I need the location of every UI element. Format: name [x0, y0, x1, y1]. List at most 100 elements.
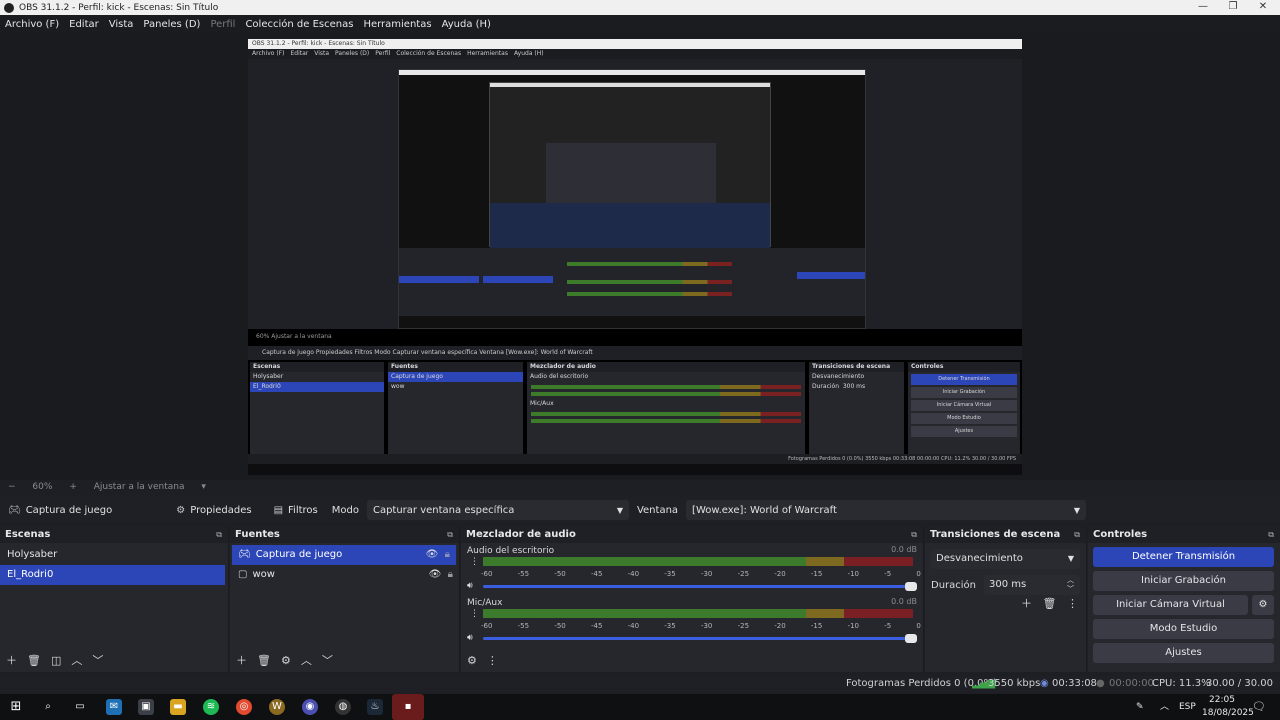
menu-paneles[interactable]: Paneles (D) [143, 19, 200, 30]
add-icon[interactable]: ＋ [6, 652, 17, 668]
mixer-header: Mezclador de audio ⧉ [461, 527, 923, 543]
language-indicator[interactable]: ESP [1179, 694, 1196, 720]
transitions-dock: Transiciones de escena ⧉ Desvanecimiento… [925, 527, 1087, 672]
mail-icon[interactable]: ✉ [106, 699, 122, 715]
spotify-icon[interactable]: ≋ [203, 699, 219, 715]
spin-arrows-icon[interactable]: ︿ ﹀ [1067, 576, 1074, 594]
lock-icon[interactable]: 🔒︎ [445, 549, 450, 560]
menu-coleccion-escenas[interactable]: Colección de Escenas [245, 19, 353, 30]
minimize-icon[interactable]: — [1188, 0, 1218, 15]
app-icon[interactable]: ◉ [302, 699, 318, 715]
preview-nested-docks: Escenas Holysaber El_Rodri0 Fuentes Capt… [248, 362, 1022, 454]
transition-select[interactable]: Desvanecimiento ▼ [931, 549, 1080, 569]
zoom-dropdown-icon[interactable]: ▾ [201, 482, 206, 492]
menu-ayuda[interactable]: Ayuda (H) [442, 19, 491, 30]
trash-icon[interactable]: 🗑︎ [27, 654, 41, 667]
steam-icon[interactable]: ♨ [367, 699, 383, 715]
chevron-down-icon: ▼ [616, 505, 623, 515]
store-icon[interactable]: ▣ [138, 699, 154, 715]
mode-label: Modo [331, 504, 359, 516]
scene-item-holysaber[interactable]: Holysaber [0, 545, 228, 565]
move-up-icon[interactable]: ︿ [71, 652, 82, 668]
active-app-icon[interactable]: ▪ [392, 694, 424, 720]
volume-slider[interactable] [483, 582, 917, 591]
eye-icon[interactable]: 👁︎ [429, 569, 442, 580]
advanced-audio-icon[interactable]: ⚙ [467, 654, 477, 667]
windows-start-icon[interactable]: ⊞ [8, 699, 24, 715]
undock-icon[interactable]: ⧉ [216, 527, 222, 543]
meter-ticks: -60 -55 -50 -45 -40 -35 -30 -25 -20 -15 -10 -5 0 [481, 570, 921, 578]
scene-item-el-rodri0[interactable]: El_Rodri0 [0, 565, 225, 585]
obs-icon[interactable]: ◍ [335, 699, 351, 715]
fit-to-window-button[interactable]: Ajustar a la ventana [94, 482, 185, 492]
stop-stream-button[interactable]: Detener Transmisión [1093, 547, 1274, 567]
chrome-icon[interactable]: ◎ [236, 699, 252, 715]
filters-button[interactable]: ▤ Filtros [266, 499, 326, 521]
preview-nested-taskbar [248, 464, 1022, 475]
status-bar: Fotogramas Perdidos 0 (0.0%) ▂▄▆ 3550 kb… [0, 676, 1280, 705]
move-down-icon[interactable]: ﹀ [92, 652, 103, 668]
search-icon[interactable]: ⌕ [40, 699, 56, 715]
settings-button[interactable]: Ajustes [1093, 643, 1274, 663]
filters-icon[interactable]: ◫ [51, 654, 61, 667]
start-virtual-camera-button[interactable]: Iniciar Cámara Virtual [1093, 595, 1248, 615]
folder-icon[interactable]: ▬ [170, 699, 186, 715]
undock-icon[interactable]: ⧉ [1268, 527, 1274, 543]
mixer-dock: Mezclador de audio ⧉ Audio del escritori… [461, 527, 924, 672]
channel-db: 0.0 dB [891, 545, 917, 554]
start-recording-button[interactable]: Iniciar Grabación [1093, 571, 1274, 591]
maximize-icon[interactable]: ❐ [1218, 0, 1248, 15]
notifications-icon[interactable]: 🗨︎ [1252, 694, 1266, 720]
duration-spinbox[interactable]: 300 ms ︿ ﹀ [984, 575, 1080, 595]
zoom-out-button[interactable]: − [8, 482, 16, 492]
selected-source: 🎮︎ Captura de juego [8, 505, 112, 516]
source-item-wow[interactable]: ▢ wow 👁︎ 🔒︎ [230, 565, 459, 585]
preview-recursive-window [398, 69, 866, 329]
more-options-icon[interactable]: ⋮ [470, 609, 479, 619]
mode-select[interactable]: Capturar ventana específica ▼ [366, 500, 629, 520]
mixer-channel-mic: Mic/Aux 0.0 dB ⋮ -60 -55 -50 -45 -40 -35 -30 -2… [461, 595, 923, 647]
gear-icon[interactable]: ⚙ [281, 654, 291, 667]
volume-slider[interactable] [483, 634, 917, 643]
undock-icon[interactable]: ⧉ [911, 527, 917, 543]
controls-header: Controles ⧉ [1088, 527, 1280, 543]
clock[interactable]: 22:05 18/08/2025 [1202, 694, 1254, 720]
move-down-icon[interactable]: ﹀ [322, 652, 333, 668]
window-label: Ventana [636, 504, 679, 516]
menu-vista[interactable]: Vista [109, 19, 134, 30]
speaker-icon[interactable]: 🔊︎ [467, 581, 473, 591]
close-icon[interactable]: ✕ [1248, 0, 1278, 15]
menu-archivo[interactable]: Archivo (F) [5, 19, 59, 30]
move-up-icon[interactable]: ︿ [301, 652, 312, 668]
chevron-down-icon: ▼ [1067, 554, 1074, 563]
trash-icon[interactable]: 🗑︎ [1043, 597, 1057, 610]
menu-editar[interactable]: Editar [69, 19, 99, 30]
more-options-icon[interactable]: ⋮ [1067, 597, 1078, 610]
studio-mode-button[interactable]: Modo Estudio [1093, 619, 1274, 639]
trash-icon[interactable]: 🗑︎ [257, 654, 271, 667]
stream-preview[interactable]: OBS 31.1.2 - Perfil: kick - Escenas: Sin… [248, 39, 1022, 475]
more-options-icon[interactable]: ⋮ [470, 557, 479, 567]
menu-perfil[interactable]: Perfil [210, 19, 235, 30]
menu-bar: Archivo (F) Editar Vista Paneles (D) Per… [0, 15, 1280, 33]
window-select[interactable]: [Wow.exe]: World of Warcraft ▼ [686, 500, 1087, 520]
add-icon[interactable]: ＋ [236, 652, 247, 668]
eye-icon[interactable]: 👁︎ [426, 549, 439, 560]
lock-icon[interactable]: 🔒︎ [448, 569, 453, 580]
pen-icon[interactable]: ✎ [1136, 694, 1144, 720]
task-view-icon[interactable]: ▭ [72, 699, 88, 715]
properties-button[interactable]: ⚙ Propiedades [168, 499, 259, 521]
wow-icon[interactable]: W [269, 699, 285, 715]
speaker-icon[interactable]: 🔊︎ [467, 633, 473, 643]
more-options-icon[interactable]: ⋮ [487, 654, 498, 667]
zoom-in-button[interactable]: + [69, 482, 77, 492]
mixer-toolbar: ⚙ ⋮ [461, 648, 923, 672]
undock-icon[interactable]: ⧉ [447, 527, 453, 543]
menu-herramientas[interactable]: Herramientas [363, 19, 431, 30]
chevron-down-icon: ▼ [1073, 505, 1081, 515]
add-icon[interactable]: ＋ [1021, 597, 1032, 610]
undock-icon[interactable]: ⧉ [1074, 527, 1080, 543]
virtual-camera-settings-icon[interactable]: ⚙ [1252, 595, 1274, 615]
tray-chevron-icon[interactable]: ︿ [1160, 694, 1169, 720]
source-item-captura-de-juego[interactable]: 🎮︎ Captura de juego 👁︎ 🔒︎ [232, 545, 456, 565]
